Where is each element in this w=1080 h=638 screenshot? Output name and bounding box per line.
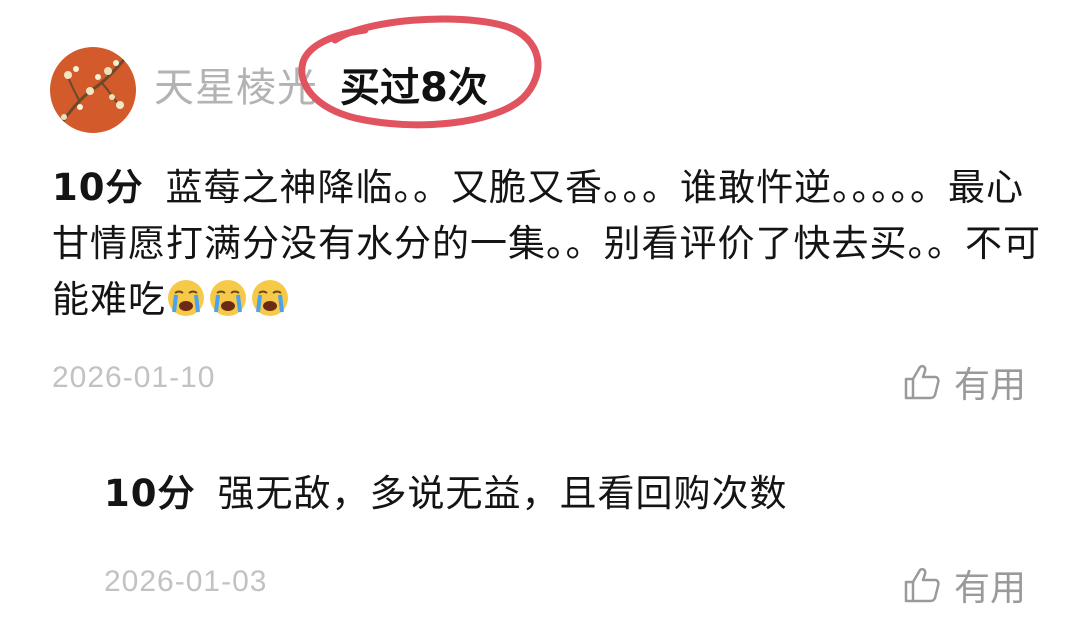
followup-date: 2026-01-03 xyxy=(104,565,268,598)
avatar-image xyxy=(50,47,136,133)
followup-review: 10分 强无敌，多说无益，且看回购次数 xyxy=(104,468,788,520)
helpful-label: 有用 xyxy=(954,568,1027,609)
helpful-label: 有用 xyxy=(954,365,1027,406)
user-avatar[interactable] xyxy=(50,47,136,133)
thumbs-up-icon xyxy=(904,364,940,400)
followup-score: 10分 xyxy=(104,472,196,515)
crying-emoji-group xyxy=(166,278,292,334)
review-header: 天星棱光 买过8次 xyxy=(50,45,570,135)
review-date: 2026-01-10 xyxy=(52,361,216,394)
username[interactable]: 天星棱光 xyxy=(154,63,318,113)
purchase-count-badge: 买过8次 xyxy=(340,65,488,111)
helpful-button[interactable]: 有用 xyxy=(902,356,1026,408)
review-score: 10分 xyxy=(52,166,144,209)
crying-face-icon xyxy=(168,280,204,316)
followup-text: 强无敌，多说无益，且看回购次数 xyxy=(217,472,788,515)
crying-face-icon xyxy=(210,280,246,316)
review-body: 10分 蓝莓之神降临。。又脆又香。。。谁敢忤逆。。。。。最心甘情愿打满分没有水分的… xyxy=(52,160,1042,334)
review-card: 天星棱光 买过8次 10分 蓝莓之神降临。。又脆又香。。。谁敢忤逆。。。。。最心甘… xyxy=(0,0,1080,638)
crying-face-icon xyxy=(252,280,288,316)
thumbs-up-icon xyxy=(904,567,940,603)
followup-helpful-button[interactable]: 有用 xyxy=(902,559,1026,611)
